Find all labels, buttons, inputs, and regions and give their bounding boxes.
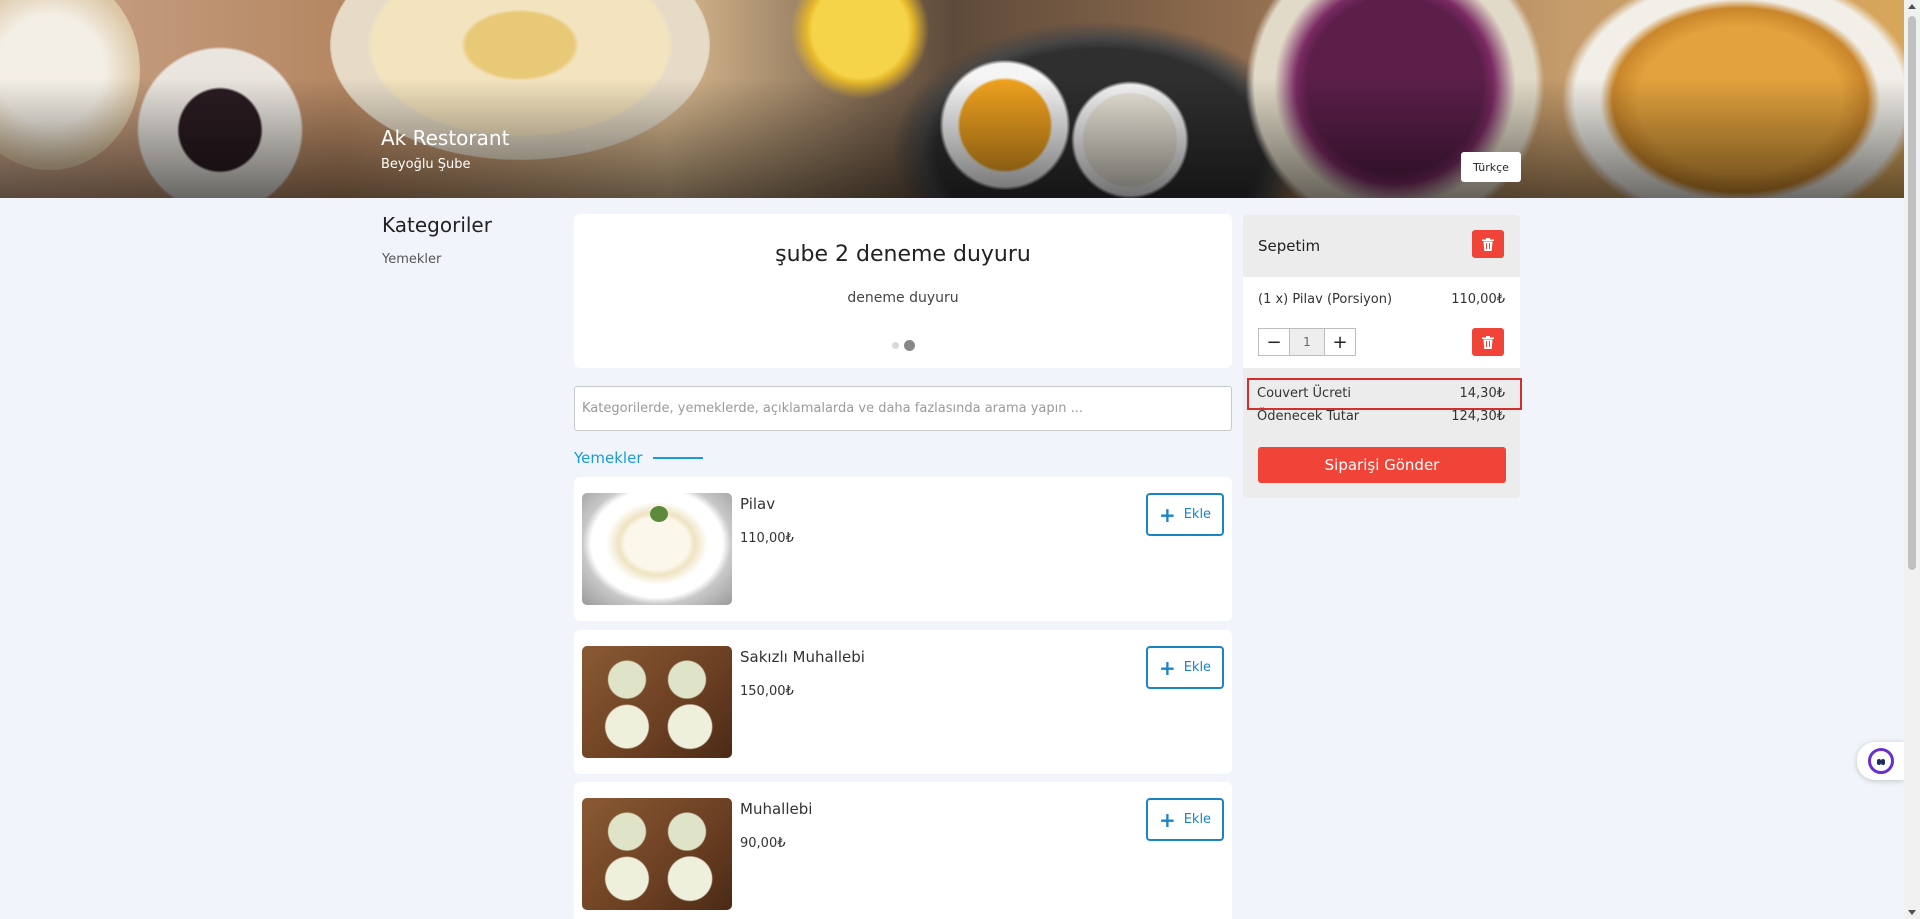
- chat-widget-button[interactable]: [1857, 742, 1904, 780]
- carousel-dot[interactable]: [891, 342, 899, 349]
- scroll-down-icon[interactable]: [1908, 910, 1916, 915]
- category-item-yemekler[interactable]: Yemekler: [382, 252, 441, 267]
- search-input[interactable]: [574, 386, 1232, 431]
- submit-order-button[interactable]: Siparişi Gönder: [1258, 447, 1506, 483]
- add-to-cart-button[interactable]: + Ekle: [1146, 493, 1224, 536]
- total-label: Ödenecek Tutar: [1257, 409, 1360, 424]
- total-row: Ödenecek Tutar 124,30₺: [1257, 409, 1505, 424]
- trash-icon: [1482, 237, 1494, 251]
- add-button-label: Ekle: [1183, 660, 1212, 675]
- announcement-body: deneme duyuru: [847, 290, 959, 306]
- hero-overlay: [0, 78, 1904, 198]
- hero-banner: [0, 0, 1904, 198]
- cover-fee-value: 14,30₺: [1459, 386, 1506, 401]
- scrollbar-thumb[interactable]: [1908, 16, 1916, 570]
- product-image-pudding[interactable]: [582, 798, 732, 910]
- restaurant-name: Ak Restorant: [381, 126, 510, 150]
- cart-line-item: (1 x) Pilav (Porsiyon) 110,00₺ − +: [1243, 277, 1520, 368]
- page-scrollbar[interactable]: [1904, 0, 1920, 919]
- language-button[interactable]: Türkçe: [1461, 152, 1521, 182]
- scroll-up-icon[interactable]: [1908, 4, 1916, 9]
- cart-panel: Sepetim (1 x) Pilav (Porsiyon) 110,00₺ −…: [1243, 215, 1520, 498]
- announcement-card: şube 2 deneme duyuru deneme duyuru: [574, 214, 1232, 368]
- plus-icon: +: [1158, 807, 1176, 832]
- product-price: 150,00₺: [740, 684, 794, 699]
- cover-fee-label: Couvert Ücreti: [1257, 386, 1351, 401]
- clear-cart-button[interactable]: [1472, 230, 1504, 258]
- categories-title: Kategoriler: [382, 213, 492, 237]
- product-price: 90,00₺: [740, 836, 786, 851]
- product-card: Sakızlı Muhallebi 150,00₺ + Ekle: [574, 630, 1232, 774]
- cart-title: Sepetim: [1258, 237, 1321, 255]
- branch-name: Beyoğlu Şube: [381, 157, 471, 172]
- product-name: Muhallebi: [740, 800, 813, 818]
- section-underline: [652, 457, 703, 459]
- product-image-rice[interactable]: [582, 493, 732, 605]
- add-to-cart-button[interactable]: + Ekle: [1146, 646, 1224, 689]
- product-name: Sakızlı Muhallebi: [740, 648, 865, 666]
- product-card: Pilav 110,00₺ + Ekle: [574, 477, 1232, 621]
- increase-quantity-button[interactable]: +: [1324, 328, 1356, 356]
- add-button-label: Ekle: [1183, 812, 1212, 827]
- quantity-input[interactable]: [1290, 328, 1324, 356]
- chatbot-icon: [1867, 748, 1894, 774]
- product-image-pudding[interactable]: [582, 646, 732, 758]
- product-price: 110,00₺: [740, 531, 794, 546]
- section-heading: Yemekler: [574, 449, 703, 467]
- decrease-quantity-button[interactable]: −: [1258, 328, 1290, 356]
- remove-item-button[interactable]: [1472, 328, 1504, 356]
- plus-icon: +: [1158, 655, 1176, 680]
- add-to-cart-button[interactable]: + Ekle: [1146, 798, 1224, 841]
- total-value: 124,30₺: [1451, 409, 1505, 424]
- cart-line-name: (1 x) Pilav (Porsiyon): [1258, 292, 1393, 307]
- cart-header: Sepetim: [1243, 215, 1520, 277]
- product-card: Muhallebi 90,00₺ + Ekle: [574, 782, 1232, 919]
- section-title: Yemekler: [574, 449, 643, 467]
- cart-line-price: 110,00₺: [1451, 292, 1505, 307]
- product-name: Pilav: [740, 495, 776, 513]
- add-button-label: Ekle: [1183, 507, 1212, 522]
- plus-icon: +: [1158, 502, 1176, 527]
- trash-icon: [1482, 335, 1494, 349]
- carousel-dot-active[interactable]: [903, 340, 915, 351]
- quantity-stepper: − +: [1258, 328, 1356, 356]
- announcement-title: şube 2 deneme duyuru: [775, 242, 1031, 267]
- cover-fee-row: Couvert Ücreti 14,30₺: [1257, 386, 1505, 401]
- carousel-dots: [574, 340, 1232, 351]
